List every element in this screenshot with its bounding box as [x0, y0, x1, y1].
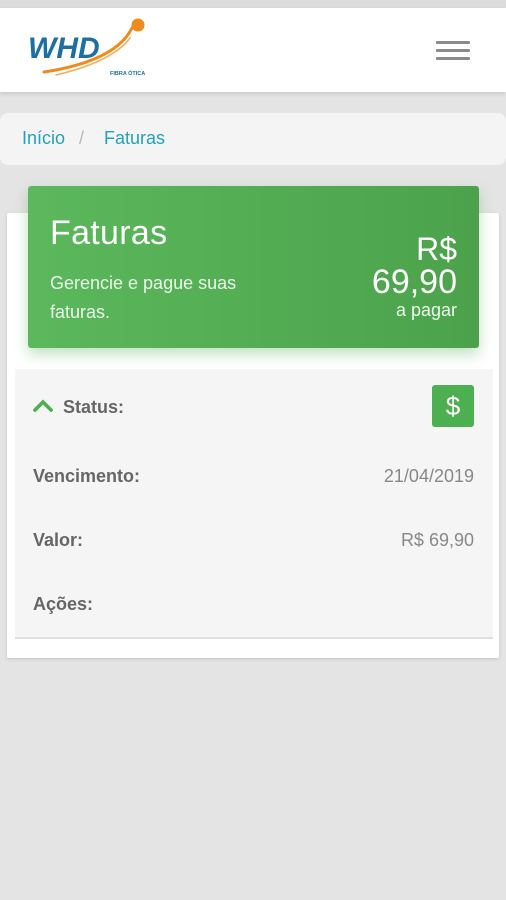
chevron-up-icon[interactable]: [33, 398, 53, 412]
whd-logo[interactable]: WHD FIBRA ÓTICA: [26, 14, 152, 84]
menu-bar: [436, 41, 470, 44]
hamburger-menu-button[interactable]: [430, 36, 476, 66]
svg-text:WHD: WHD: [28, 32, 100, 65]
menu-bar: [436, 57, 470, 60]
whd-logo-graphic: WHD FIBRA ÓTICA: [28, 18, 145, 77]
pay-button[interactable]: $: [432, 385, 474, 427]
actions-label: Ações:: [33, 594, 94, 614]
amount-label: Valor:: [33, 530, 84, 550]
svg-text:FIBRA ÓTICA: FIBRA ÓTICA: [110, 69, 145, 77]
menu-bar: [436, 49, 470, 52]
breadcrumb-separator: /: [79, 128, 85, 148]
amount-value: R$ 69,90: [400, 530, 474, 550]
breadcrumb-current[interactable]: Faturas: [104, 128, 165, 149]
status-label: Status:: [63, 397, 125, 417]
amount-due: 69,90: [371, 263, 457, 301]
status-strip: [0, 0, 506, 8]
invoice-details-panel: Status: $ Vencimento: 21/04/2019 Valor: …: [15, 369, 493, 639]
breadcrumb: Início / Faturas: [0, 113, 506, 165]
amount-caption: a pagar: [395, 300, 457, 320]
breadcrumb-home-link[interactable]: Início: [22, 128, 65, 149]
currency-symbol: R$: [416, 231, 457, 267]
dollar-icon: $: [445, 391, 461, 421]
page-title: Faturas: [50, 214, 168, 252]
invoices-banner: Faturas Gerencie e pague suas faturas. R…: [28, 186, 479, 348]
due-date-label: Vencimento:: [33, 466, 141, 486]
due-date-value: 21/04/2019: [383, 466, 474, 486]
top-navbar: WHD FIBRA ÓTICA: [0, 8, 506, 92]
page-subtitle: Gerencie e pague suas faturas.: [50, 273, 237, 322]
